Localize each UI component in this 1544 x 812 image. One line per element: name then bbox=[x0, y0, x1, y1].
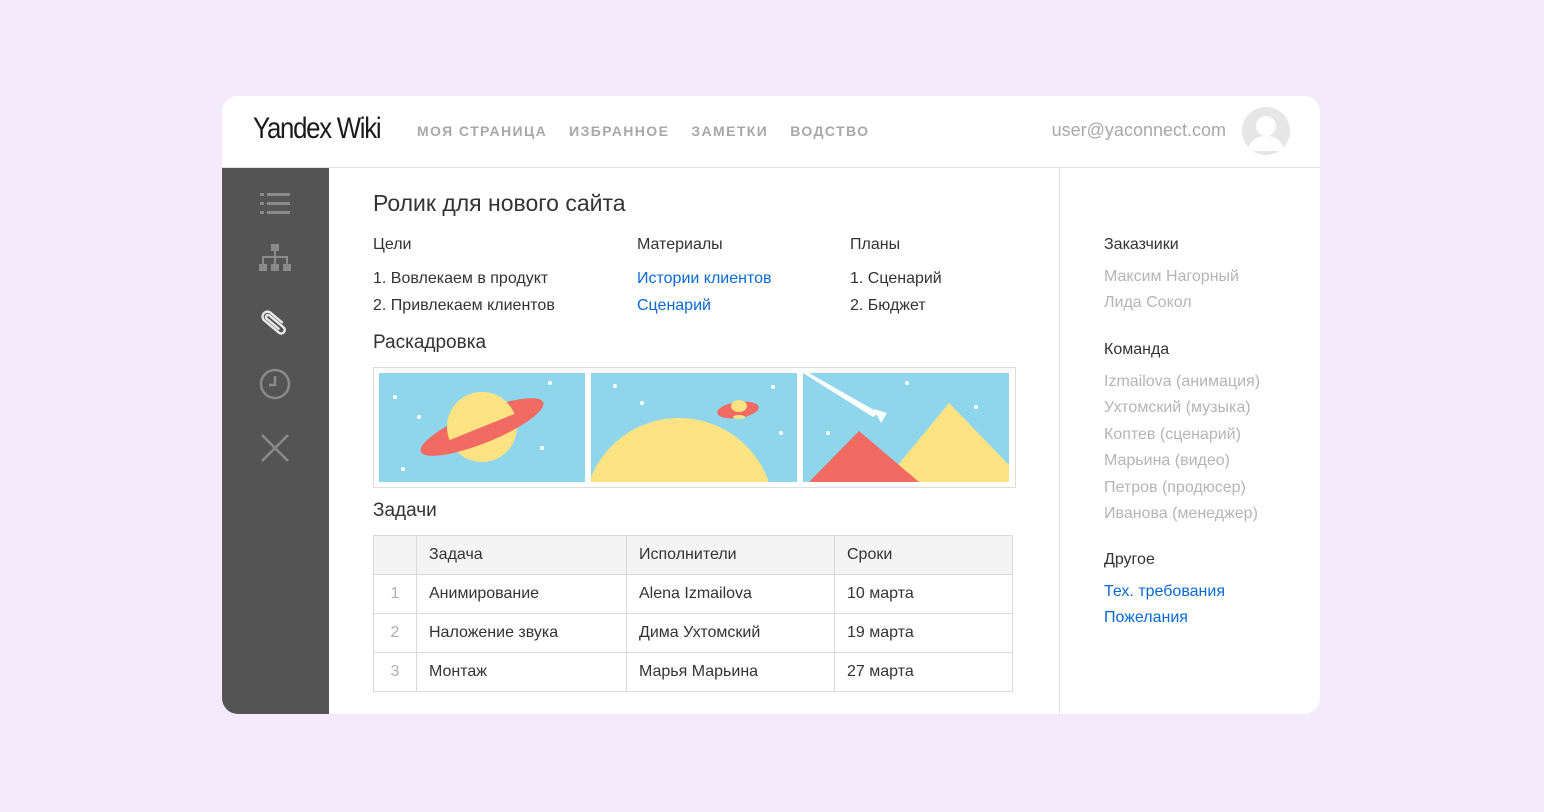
table-header-assignees: Исполнители bbox=[626, 535, 835, 575]
close-icon[interactable] bbox=[255, 428, 295, 468]
material-link-customer-stories[interactable]: Истории клиентов bbox=[637, 266, 772, 293]
nav-item-my-page[interactable]: МОЯ СТРАНИЦА bbox=[417, 123, 547, 139]
yandex-wiki-logo[interactable]: Yandex Wiki bbox=[253, 112, 382, 146]
team-member: Иванова (менеджер) bbox=[1104, 505, 1258, 523]
storyboard[interactable] bbox=[373, 367, 1016, 488]
row-number: 2 bbox=[373, 613, 417, 653]
plans-list: 1. Сценарий 2. Бюджет bbox=[850, 266, 942, 319]
row-number: 1 bbox=[373, 574, 417, 614]
tech-requirements-link[interactable]: Тех. требования bbox=[1104, 579, 1225, 605]
nav-item-guide[interactable]: ВОДСТВО bbox=[790, 123, 869, 139]
plans-heading: Планы bbox=[850, 236, 901, 253]
avatar[interactable] bbox=[1242, 107, 1290, 155]
logo-wiki-text: Wiki bbox=[330, 112, 382, 145]
storyboard-frame-ufo bbox=[591, 373, 797, 482]
sidebar bbox=[222, 168, 329, 714]
nav-item-notes[interactable]: ЗАМЕТКИ bbox=[691, 123, 768, 139]
task-cell: Наложение звука bbox=[416, 613, 627, 653]
nav-item-favorites[interactable]: ИЗБРАННОЕ bbox=[569, 123, 669, 139]
clock-icon[interactable] bbox=[255, 364, 295, 404]
goals-heading: Цели bbox=[373, 236, 412, 253]
page-title: Ролик для нового сайта bbox=[373, 190, 626, 216]
tasks-heading: Задачи bbox=[373, 500, 437, 521]
plan-item: 2. Бюджет bbox=[850, 296, 926, 314]
deadline-cell: 10 марта bbox=[834, 574, 1013, 614]
material-link-script[interactable]: Сценарий bbox=[637, 293, 772, 320]
customer-item: Максим Нагорный bbox=[1104, 268, 1239, 285]
team-member: Марьина (видео) bbox=[1104, 452, 1230, 470]
wiki-window: Yandex Wiki МОЯ СТРАНИЦА ИЗБРАННОЕ ЗАМЕТ… bbox=[222, 96, 1320, 714]
user-silhouette-icon bbox=[1242, 107, 1290, 155]
table-header-row: Задача Исполнители Сроки bbox=[373, 535, 1013, 575]
sitemap-icon[interactable] bbox=[255, 238, 295, 278]
top-bar: Yandex Wiki МОЯ СТРАНИЦА ИЗБРАННОЕ ЗАМЕТ… bbox=[222, 96, 1320, 168]
row-number: 3 bbox=[373, 652, 417, 692]
table-row: 3 Монтаж Марья Марьина 27 марта bbox=[373, 652, 1013, 692]
plan-item: 1. Сценарий bbox=[850, 270, 942, 287]
customer-item: Лида Сокол bbox=[1104, 294, 1192, 312]
materials-heading: Материалы bbox=[637, 236, 723, 253]
goal-item: 2. Привлекаем клиентов bbox=[373, 296, 555, 314]
assignee-cell: Дима Ухтомский bbox=[626, 613, 835, 653]
table-header-task: Задача bbox=[416, 535, 627, 575]
main-nav: МОЯ СТРАНИЦА ИЗБРАННОЕ ЗАМЕТКИ ВОДСТВО bbox=[417, 123, 869, 139]
customers-heading: Заказчики bbox=[1104, 236, 1179, 253]
table-row: 2 Наложение звука Дима Ухтомский 19 март… bbox=[373, 613, 1013, 653]
tasks-table: Задача Исполнители Сроки 1 Анимирование … bbox=[373, 535, 1013, 692]
deadline-cell: 27 марта bbox=[834, 652, 1013, 692]
table-row: 1 Анимирование Alena Izmailova 10 марта bbox=[373, 574, 1013, 614]
team-member: Ухтомский (музыка) bbox=[1104, 399, 1251, 417]
storyboard-frames bbox=[379, 373, 1009, 482]
right-panel: Заказчики Максим Нагорный Лида Сокол Ком… bbox=[1104, 168, 1320, 714]
assignee-cell: Марья Марьина bbox=[626, 652, 835, 692]
table-header-num bbox=[373, 535, 417, 575]
team-member: Izmailova (анимация) bbox=[1104, 373, 1261, 390]
list-icon[interactable] bbox=[255, 184, 295, 224]
materials-list: Истории клиентов Сценарий bbox=[637, 266, 772, 319]
goal-item: 1. Вовлекаем в продукт bbox=[373, 270, 549, 287]
storyboard-heading: Раскадровка bbox=[373, 332, 487, 353]
goals-list: 1. Вовлекаем в продукт 2. Привлекаем кли… bbox=[373, 266, 555, 319]
paperclip-icon[interactable] bbox=[255, 302, 295, 342]
wishes-link[interactable]: Пожелания bbox=[1104, 605, 1225, 631]
user-email[interactable]: user@yaconnect.com bbox=[1052, 120, 1226, 141]
other-heading: Другое bbox=[1104, 551, 1155, 568]
team-list: Izmailova (анимация) Ухтомский (музыка) … bbox=[1104, 369, 1260, 527]
task-cell: Монтаж bbox=[416, 652, 627, 692]
logo-yandex-text: Yandex bbox=[253, 112, 332, 145]
table-header-deadline: Сроки bbox=[834, 535, 1013, 575]
deadline-cell: 19 марта bbox=[834, 613, 1013, 653]
main-content: Ролик для нового сайта Цели 1. Вовлекаем… bbox=[329, 168, 1060, 714]
customers-list: Максим Нагорный Лида Сокол bbox=[1104, 264, 1239, 317]
team-member: Петров (продюсер) bbox=[1104, 478, 1246, 496]
storyboard-frame-planet bbox=[379, 373, 585, 482]
task-cell: Анимирование bbox=[416, 574, 627, 614]
team-member: Коптев (сценарий) bbox=[1104, 425, 1241, 443]
other-links: Тех. требования Пожелания bbox=[1104, 579, 1225, 632]
storyboard-frame-mountains bbox=[803, 373, 1009, 482]
assignee-cell: Alena Izmailova bbox=[626, 574, 835, 614]
team-heading: Команда bbox=[1104, 341, 1170, 358]
